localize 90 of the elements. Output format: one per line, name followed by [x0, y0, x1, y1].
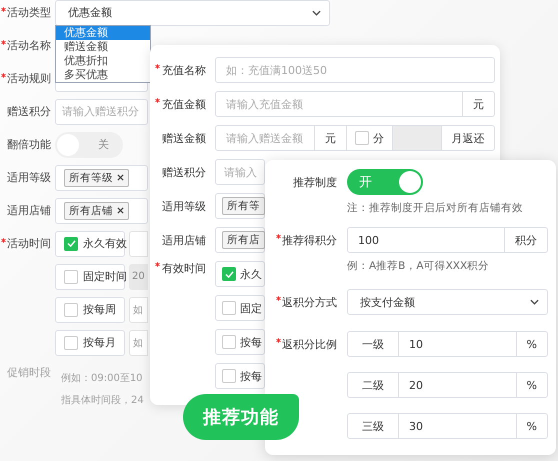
- checkbox-option[interactable]: 固定: [215, 295, 265, 321]
- checkbox-option[interactable]: 永久有效: [55, 230, 125, 256]
- tag: 所有店铺: [64, 202, 129, 220]
- input-field[interactable]: 请输入: [215, 159, 265, 185]
- checkbox-option[interactable]: 永久: [215, 261, 265, 287]
- unit-label: 元: [314, 126, 346, 150]
- input-field[interactable]: [129, 230, 148, 256]
- chevron-down-icon: [312, 10, 321, 16]
- input-field[interactable]: 请输入赠送积分: [55, 98, 148, 124]
- check-icon: [224, 270, 234, 278]
- unit-label: 月返还: [441, 126, 494, 150]
- dropdown-option[interactable]: 赠送金额: [56, 40, 150, 54]
- unit-label: 积分: [504, 228, 547, 252]
- input-group[interactable]: 请输入充值金额 元: [215, 91, 495, 117]
- tag-input-field[interactable]: 所有等: [215, 193, 265, 219]
- checkbox[interactable]: [222, 301, 236, 315]
- checkbox[interactable]: [222, 267, 236, 281]
- field-label: 活动时间: [7, 236, 51, 251]
- checkbox-option[interactable]: 按每: [215, 363, 265, 389]
- field-label: 返积分方式: [282, 294, 337, 310]
- level-label: 一级: [361, 336, 385, 352]
- dropdown-option[interactable]: 多买优惠: [56, 68, 150, 82]
- input-group[interactable]: 请输入赠送金额 元 分 月返还: [215, 125, 495, 151]
- input-group[interactable]: 二级 20 %: [347, 372, 548, 398]
- checkbox[interactable]: [64, 270, 78, 284]
- checkbox[interactable]: [222, 369, 236, 383]
- field-label: 返积分比例: [282, 336, 337, 352]
- feature-badge: 推荐功能: [183, 394, 299, 440]
- field-label: 适用店铺: [162, 232, 206, 248]
- select-field[interactable]: 按支付金额: [347, 289, 548, 315]
- input-field[interactable]: 30: [398, 414, 516, 438]
- checkbox[interactable]: [222, 335, 236, 349]
- tag: 所有等级: [64, 168, 129, 186]
- field-label: 翻倍功能: [7, 137, 51, 152]
- field-label: 适用店铺: [7, 203, 51, 218]
- field-label: 促销时段: [7, 365, 51, 380]
- unit-label: %: [516, 332, 547, 356]
- hint-text: 例如：09:00至10: [61, 372, 144, 385]
- checkbox[interactable]: [64, 336, 78, 350]
- checkbox-option[interactable]: 按每月: [55, 330, 125, 356]
- field-label: 赠送积分: [162, 164, 206, 180]
- input-group[interactable]: 100 积分: [347, 227, 548, 253]
- unit-label: %: [516, 414, 547, 438]
- checkbox[interactable]: [64, 302, 78, 316]
- field-label: 适用等级: [7, 170, 51, 185]
- select-field[interactable]: 优惠金额: [55, 0, 330, 26]
- tag: 所有等: [222, 197, 265, 215]
- input-field[interactable]: 10: [398, 332, 516, 356]
- field-label: 推荐制度: [293, 174, 337, 190]
- unit-label: %: [516, 373, 547, 397]
- close-icon[interactable]: [117, 207, 124, 214]
- chevron-down-icon: [530, 299, 539, 305]
- checkbox-option[interactable]: 固定时间: [55, 264, 125, 290]
- field-label: 活动名称: [7, 38, 51, 53]
- field-label: 活动规则: [7, 71, 51, 86]
- checkbox[interactable]: [64, 236, 78, 250]
- input-field[interactable]: 请输入赠送金额: [216, 126, 314, 150]
- field-label: 推荐得积分: [282, 232, 337, 248]
- hint-text: 指具体时间段，24: [61, 394, 144, 407]
- field-label: 赠送积分: [7, 104, 51, 119]
- field-label: 赠送金额: [162, 130, 206, 146]
- checkbox-option[interactable]: 按每: [215, 329, 265, 355]
- field-label: 充值名称: [162, 62, 206, 78]
- dropdown-option[interactable]: 优惠金额: [56, 26, 150, 40]
- close-icon[interactable]: [117, 174, 124, 181]
- field-label: 有效时间: [162, 260, 206, 276]
- unit-label: 元: [462, 92, 494, 116]
- field-label: 适用等级: [162, 198, 206, 214]
- level-label: 二级: [361, 378, 385, 394]
- tag-input-field[interactable]: 所有店铺: [55, 198, 148, 224]
- level-label: 三级: [361, 418, 385, 434]
- field-label: 充值金额: [162, 96, 206, 112]
- note-text: 注：推荐制度开启后对所有店铺有效: [347, 201, 524, 215]
- input-group[interactable]: 三级 30 %: [347, 413, 548, 439]
- input-group[interactable]: 一级 10 %: [347, 331, 548, 357]
- disabled-input-field: [392, 126, 441, 150]
- input-field[interactable]: 20: [398, 373, 516, 397]
- checkbox[interactable]: [355, 131, 369, 145]
- note-text: 例：A推荐B，A可得XXX积分: [347, 259, 490, 273]
- input-field[interactable]: 如：充值满100送50: [215, 57, 495, 83]
- input-field[interactable]: 请输入充值金额: [216, 92, 462, 116]
- field-label: 活动类型: [7, 5, 51, 20]
- dropdown-option[interactable]: 优惠折扣: [56, 54, 150, 68]
- tag-input-field[interactable]: 所有店: [215, 227, 265, 253]
- checkbox-label: 分: [373, 130, 384, 146]
- tag: 所有店: [222, 231, 265, 249]
- checkbox-option[interactable]: 按每周: [55, 296, 125, 322]
- tag-input-field[interactable]: 所有等级: [55, 164, 148, 190]
- check-icon: [66, 240, 76, 247]
- input-field[interactable]: 100: [348, 228, 504, 252]
